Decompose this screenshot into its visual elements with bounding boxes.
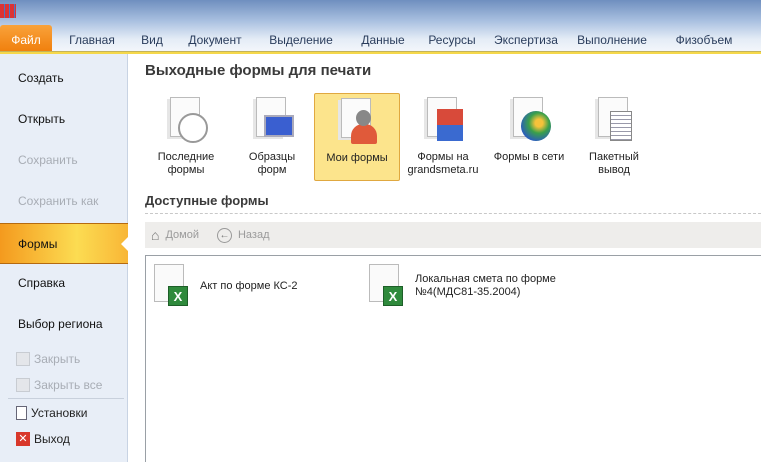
folder-close-icon: [16, 352, 30, 366]
recent-forms-button[interactable]: Последние формы: [143, 93, 229, 181]
file-name-line2: №4(МДС81-35.2004): [415, 286, 521, 298]
sidebar-forms[interactable]: Формы: [0, 223, 129, 264]
tab-view[interactable]: Вид: [133, 25, 171, 52]
back-arrow-icon[interactable]: ←: [216, 227, 232, 243]
section-title: Доступные формы: [145, 193, 269, 208]
label: форм: [257, 164, 287, 176]
forms-list: X Акт по форме КС-2 X Локальная смета по…: [145, 255, 761, 462]
blocks-icon: [437, 109, 463, 141]
monitor-icon: [264, 115, 294, 137]
excel-file-icon: X: [152, 262, 194, 312]
label: Формы на: [417, 151, 469, 163]
home-icon[interactable]: ⌂: [151, 227, 159, 243]
label: вывод: [598, 164, 630, 176]
label: Последние: [157, 151, 215, 163]
file-name: Акт по форме КС-2: [200, 280, 298, 292]
tab-file[interactable]: Файл: [0, 25, 52, 52]
tab-physvolume[interactable]: Физобъем: [660, 25, 748, 52]
sidebar-help[interactable]: Справка: [0, 263, 128, 304]
app-icon[interactable]: [0, 4, 16, 18]
sidebar-settings[interactable]: Установки: [16, 402, 87, 424]
page-title: Выходные формы для печати: [145, 62, 372, 79]
tab-expertise[interactable]: Экспертиза: [489, 25, 563, 52]
network-forms-button[interactable]: Формы в сети: [486, 93, 572, 181]
label: grandsmeta.ru: [407, 164, 479, 176]
settings-icon: [16, 406, 27, 420]
list-item[interactable]: X Акт по форме КС-2: [152, 262, 298, 312]
ribbon-tabs: Файл Главная Вид Документ Выделение Данн…: [0, 25, 761, 52]
user-icon: [351, 124, 377, 144]
sample-forms-button[interactable]: Образцы форм: [229, 93, 315, 181]
sidebar-separator: [8, 398, 124, 399]
sidebar-save[interactable]: Сохранить: [0, 140, 128, 181]
forms-toolbar: ⌂ Домой ← Назад: [145, 222, 761, 248]
label: Формы в сети: [493, 151, 565, 163]
pages-stack-icon: [610, 111, 632, 141]
close-label: Закрыть: [34, 352, 81, 366]
sidebar-exit[interactable]: ✕ Выход: [16, 428, 70, 450]
label: Пакетный: [589, 151, 639, 163]
tab-selection[interactable]: Выделение: [258, 25, 344, 52]
settings-label: Установки: [31, 406, 88, 420]
sidebar-save-as[interactable]: Сохранить как: [0, 181, 128, 222]
tab-execution[interactable]: Выполнение: [568, 25, 656, 52]
sidebar-region[interactable]: Выбор региона: [0, 304, 128, 345]
title-bar: Файл Главная Вид Документ Выделение Данн…: [0, 0, 761, 52]
section-divider: [145, 213, 761, 214]
excel-file-icon: X: [367, 262, 409, 312]
folders-close-icon: [16, 378, 30, 392]
sidebar-close[interactable]: Закрыть: [16, 348, 80, 370]
backstage-sidebar: Создать Открыть Сохранить Сохранить как …: [0, 54, 129, 462]
label: Образцы: [248, 151, 296, 163]
label: Мои формы: [326, 152, 388, 164]
exit-x-icon: ✕: [16, 432, 30, 446]
back-button[interactable]: Назад: [238, 229, 270, 241]
list-item[interactable]: X Локальная смета по форме №4(МДС81-35.20…: [367, 262, 556, 312]
grandsmeta-forms-button[interactable]: Формы на grandsmeta.ru: [400, 93, 486, 181]
file-name: Локальная смета по форме: [415, 273, 556, 285]
sidebar-close-all[interactable]: Закрыть все: [16, 374, 102, 396]
label: формы: [167, 164, 205, 176]
tab-resources[interactable]: Ресурсы: [418, 25, 486, 52]
globe-icon: [521, 111, 551, 141]
tab-home[interactable]: Главная: [62, 25, 122, 52]
exit-label: Выход: [34, 432, 70, 446]
tab-data[interactable]: Данные: [350, 25, 416, 52]
user-head: [356, 110, 371, 126]
batch-output-button[interactable]: Пакетный вывод: [571, 93, 657, 181]
close-all-label: Закрыть все: [34, 378, 103, 392]
sidebar-open[interactable]: Открыть: [0, 99, 128, 140]
my-forms-button[interactable]: Мои формы: [314, 93, 400, 181]
clock-icon: [178, 113, 208, 143]
sidebar-create[interactable]: Создать: [0, 58, 128, 99]
tab-document[interactable]: Документ: [175, 25, 255, 52]
home-button[interactable]: Домой: [165, 229, 199, 241]
